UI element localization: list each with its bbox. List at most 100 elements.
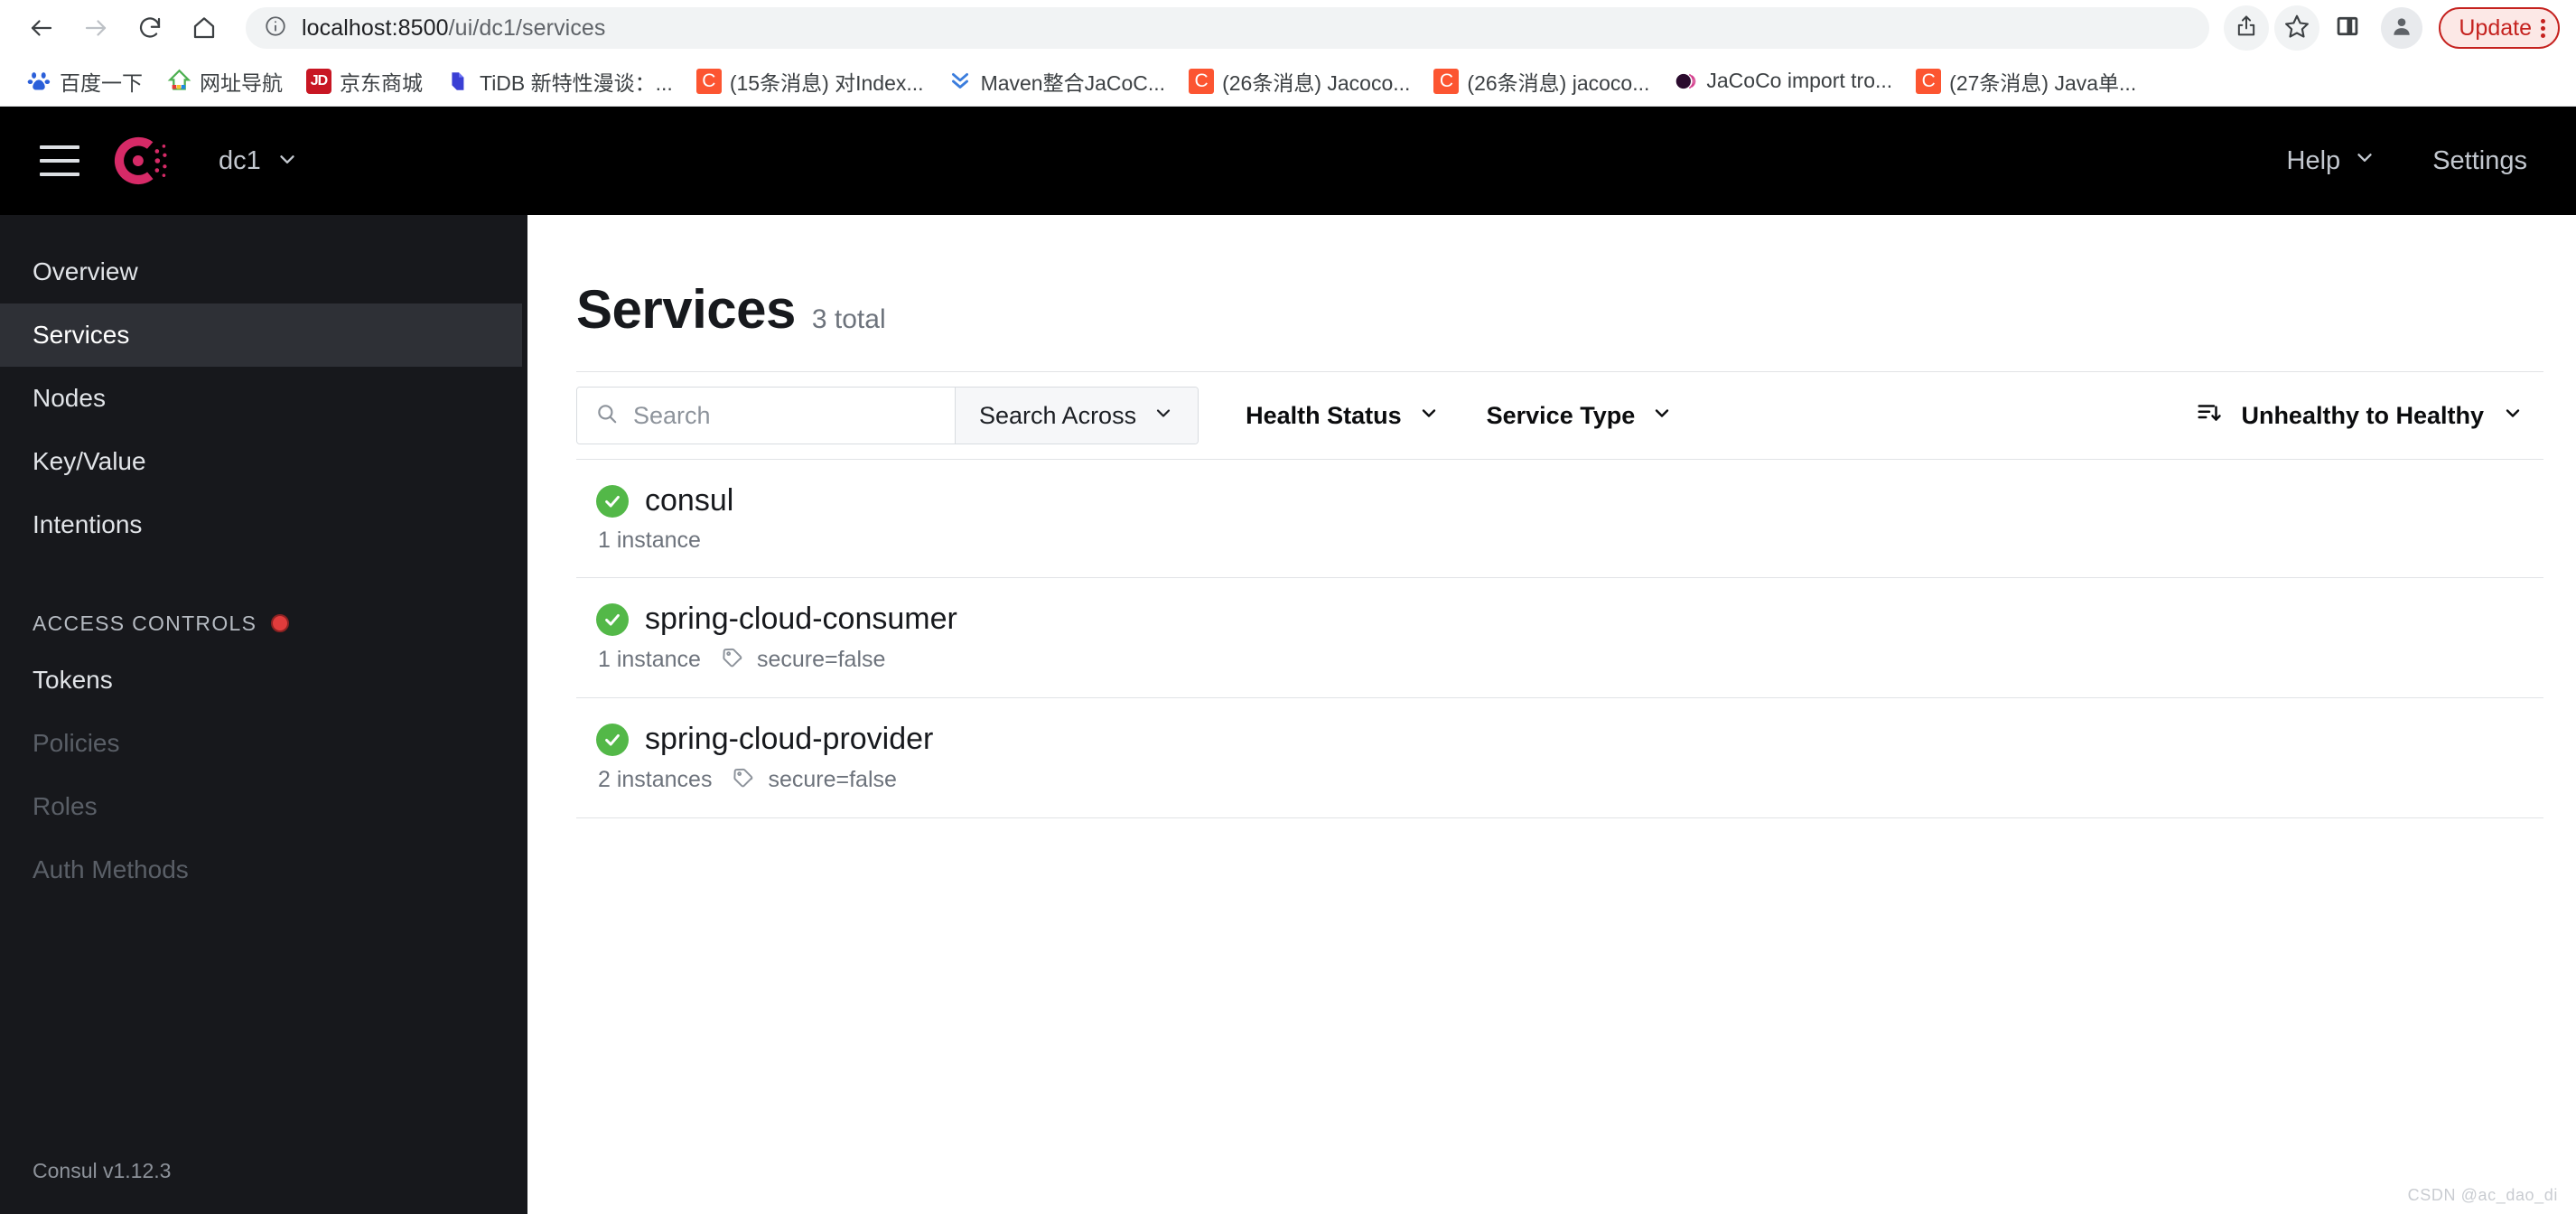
site-info-icon[interactable] [264, 14, 287, 42]
help-label: Help [2286, 145, 2341, 175]
sidebar-item-auth-methods[interactable]: Auth Methods [0, 838, 527, 901]
share-button[interactable] [2224, 5, 2270, 51]
check-circle-icon [596, 602, 629, 636]
check-circle-icon [596, 484, 629, 518]
instance-count: 1 instance [598, 528, 701, 553]
help-menu[interactable]: Help [2287, 145, 2377, 176]
bookmark-item[interactable]: 百度一下 [14, 61, 154, 102]
browser-chrome: localhost:8500/ui/dc1/services Update 百度… [0, 0, 2576, 107]
bookmarks-bar: 百度一下 网址导航 JD 京东商城 TiDB 新特性漫谈：... C (15条消… [0, 56, 2576, 107]
address-bar-url: localhost:8500/ui/dc1/services [302, 14, 606, 41]
profile-button[interactable] [2381, 7, 2423, 49]
address-bar[interactable]: localhost:8500/ui/dc1/services [246, 7, 2210, 49]
sidebar-item-nodes[interactable]: Nodes [0, 367, 527, 430]
bookmark-label: TiDB 新特性漫谈：... [480, 70, 673, 95]
service-list-item[interactable]: consul 1 instance [576, 460, 2543, 578]
side-panel-button[interactable] [2325, 5, 2370, 51]
bookmark-item[interactable]: JaCoCo import tro... [1661, 63, 1904, 99]
check-circle-icon [596, 723, 629, 756]
sidebar-item-policies[interactable]: Policies [0, 712, 527, 775]
csdn-icon: C [1916, 68, 1942, 94]
search-across-dropdown[interactable]: Search Across [955, 388, 1199, 444]
home-button[interactable] [179, 3, 229, 53]
search-input[interactable] [633, 401, 937, 430]
back-button[interactable] [16, 3, 67, 53]
service-meta: 1 instance [596, 528, 2543, 554]
chevron-down-icon [1418, 402, 1440, 430]
bookmark-item[interactable]: C (26条消息) jacoco... [1422, 61, 1661, 102]
toolbar-actions: Update [2224, 5, 2560, 51]
bookmark-item[interactable]: Maven整合JaCoC... [936, 61, 1178, 102]
bookmark-button[interactable] [2274, 5, 2320, 51]
sort-dropdown[interactable]: Unhealthy to Healthy [2196, 399, 2543, 433]
sidebar-item-roles[interactable]: Roles [0, 775, 527, 838]
hamburger-menu-icon[interactable] [40, 145, 79, 176]
sidebar-item-label: Services [33, 321, 130, 349]
sidebar-item-label: Intentions [33, 510, 143, 538]
main-content: Services 3 total Search Across [527, 215, 2576, 1214]
sidebar-item-label: Nodes [33, 384, 106, 412]
tag-icon [732, 766, 755, 794]
bookmark-item[interactable]: JD 京东商城 [294, 61, 434, 102]
sidebar-item-services[interactable]: Services [0, 304, 522, 367]
service-meta: 1 instance secure=false [596, 646, 2543, 674]
service-tag: secure=false [721, 646, 885, 674]
bookmark-item[interactable]: TiDB 新特性漫谈：... [434, 61, 685, 102]
sidebar-section-label: ACCESS CONTROLS [33, 611, 257, 635]
service-type-label: Service Type [1486, 401, 1636, 429]
sidebar-item-key-value[interactable]: Key/Value [0, 430, 527, 493]
sidebar-item-intentions[interactable]: Intentions [0, 493, 527, 556]
forward-button[interactable] [70, 3, 121, 53]
search-field-wrapper[interactable] [577, 388, 955, 444]
sidebar-item-overview[interactable]: Overview [0, 240, 527, 304]
chevron-down-icon [2502, 402, 2524, 430]
consul-logo-icon[interactable] [112, 131, 172, 191]
consul-version-label: Consul v1.12.3 [33, 1159, 172, 1182]
bookmark-label: (15条消息) 对Index... [729, 70, 924, 95]
service-type-dropdown[interactable]: Service Type [1487, 402, 1674, 430]
service-list-item[interactable]: spring-cloud-consumer 1 instance secure=… [576, 578, 2543, 698]
search-group: Search Across [576, 387, 1199, 444]
health-status-dropdown[interactable]: Health Status [1246, 402, 1440, 430]
sidebar-item-tokens[interactable]: Tokens [0, 649, 527, 712]
reload-icon [136, 14, 163, 42]
service-list: consul 1 instance spring-cloud-consumer [576, 460, 2543, 818]
jd-icon: JD [306, 68, 331, 94]
share-icon [2234, 14, 2259, 43]
bookmark-label: Maven整合JaCoC... [980, 70, 1166, 95]
page-total-count: 3 total [811, 304, 886, 334]
search-icon [595, 402, 619, 430]
instance-count: 2 instances [598, 767, 713, 792]
settings-label: Settings [2432, 145, 2527, 175]
reload-button[interactable] [125, 3, 175, 53]
datacenter-selector[interactable]: dc1 [219, 146, 299, 176]
app-body: Overview Services Nodes Key/Value Intent… [0, 215, 2576, 1214]
service-name-line: consul [596, 483, 2543, 518]
health-status-label: Health Status [1246, 401, 1402, 429]
sidebar-item-label: Policies [33, 729, 120, 757]
bookmark-item[interactable]: C (26条消息) Jacoco... [1177, 61, 1422, 102]
update-button[interactable]: Update [2439, 7, 2560, 49]
bookmark-item[interactable]: C (15条消息) 对Index... [685, 61, 936, 102]
service-meta: 2 instances secure=false [596, 766, 2543, 794]
maven-icon [947, 69, 973, 94]
service-name: spring-cloud-provider [645, 722, 934, 756]
service-name-line: spring-cloud-consumer [596, 602, 2543, 637]
side-panel-icon [2335, 14, 2360, 43]
sidebar: Overview Services Nodes Key/Value Intent… [0, 215, 527, 1214]
sidebar-item-label: Roles [33, 792, 98, 820]
forward-arrow-icon [82, 14, 109, 42]
bookmark-item[interactable]: C (27条消息) Java单... [1904, 61, 2148, 102]
service-list-item[interactable]: spring-cloud-provider 2 instances secure… [576, 698, 2543, 818]
csdn-icon: C [1433, 68, 1460, 94]
settings-link[interactable]: Settings [2432, 146, 2527, 176]
bookmark-label: (26条消息) jacoco... [1467, 70, 1650, 95]
sort-label: Unhealthy to Healthy [2241, 401, 2484, 429]
bookmark-label: (26条消息) Jacoco... [1222, 70, 1411, 95]
bookmark-label: (27条消息) Java单... [1949, 70, 2137, 95]
three-dot-menu-icon[interactable] [2541, 18, 2545, 38]
chevron-down-icon [2353, 145, 2376, 176]
bookmark-item[interactable]: 网址导航 [154, 61, 294, 102]
service-tag: secure=false [732, 766, 897, 794]
service-tag-label: secure=false [768, 767, 897, 792]
